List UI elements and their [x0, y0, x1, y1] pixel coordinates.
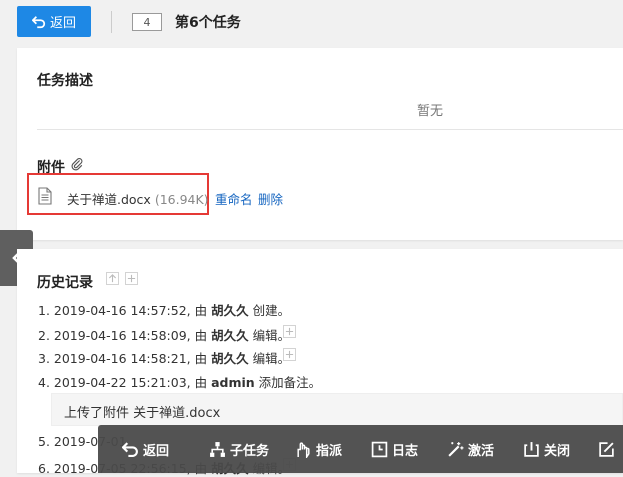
history-item: 2. 2019-04-16 14:58:09, 由 胡久久 编辑。 [38, 328, 291, 343]
paperclip-icon [71, 158, 83, 171]
expand-history-button[interactable] [283, 325, 296, 338]
attachment-file-name: 关于禅道.docx [67, 192, 151, 207]
file-icon [38, 187, 52, 205]
hand-icon [297, 441, 310, 458]
clock-icon [371, 441, 388, 457]
arrow-up-icon [108, 274, 117, 283]
expand-history-button[interactable] [283, 348, 296, 361]
history-title: 历史记录 [37, 275, 93, 291]
back-button[interactable]: 返回 [17, 6, 91, 37]
edit-button[interactable] [598, 425, 615, 473]
history-item: 3. 2019-04-16 14:58:21, 由 胡久久 编辑。 [38, 351, 291, 366]
history-comment-text: 上传了附件 关于禅道.docx [64, 406, 221, 421]
description-title: 任务描述 [37, 73, 93, 89]
header-divider [111, 11, 112, 33]
activate-button[interactable]: 激活 [447, 425, 494, 473]
rename-link[interactable]: 重命名 [215, 189, 253, 208]
sitemap-icon [210, 441, 225, 457]
undo-icon [122, 441, 138, 457]
task-detail-card: 任务描述 暂无 附件 关于禅道.docx (16.94K) 重命名 删除 [17, 48, 623, 240]
top-bar: 返回 4 第6个任务 [0, 0, 623, 44]
history-item: 1. 2019-04-16 14:57:52, 由 胡久久 创建。 [38, 303, 291, 318]
subtask-button[interactable]: 子任务 [209, 425, 269, 473]
page-title: 第6个任务 [175, 15, 241, 31]
plus-icon [127, 274, 136, 283]
section-divider [37, 129, 623, 130]
attachment-file-size: (16.94K) [154, 192, 209, 207]
history-item: 4. 2019-04-22 15:21:03, 由 admin 添加备注。 [38, 375, 322, 390]
attachment-file[interactable]: 关于禅道.docx (16.94K) [67, 189, 209, 208]
toolbar-back-button[interactable]: 返回 [122, 425, 169, 473]
expand-all-button[interactable] [125, 272, 138, 285]
action-toolbar: 返回 子任务 指派 日志 激活 关闭 [98, 425, 623, 473]
edit-icon [599, 441, 614, 457]
magic-wand-icon [448, 441, 464, 457]
plus-icon [285, 350, 294, 359]
task-id-badge: 4 [132, 13, 162, 31]
description-empty-text: 暂无 [417, 104, 444, 119]
power-off-icon [524, 441, 539, 457]
close-task-button[interactable]: 关闭 [523, 425, 570, 473]
undo-icon [31, 15, 46, 28]
history-comment: 上传了附件 关于禅道.docx [51, 393, 623, 426]
assign-button[interactable]: 指派 [295, 425, 342, 473]
back-button-label: 返回 [49, 16, 76, 31]
sort-history-button[interactable] [106, 272, 119, 285]
log-button[interactable]: 日志 [371, 425, 418, 473]
plus-icon [285, 327, 294, 336]
delete-link[interactable]: 删除 [258, 189, 283, 208]
